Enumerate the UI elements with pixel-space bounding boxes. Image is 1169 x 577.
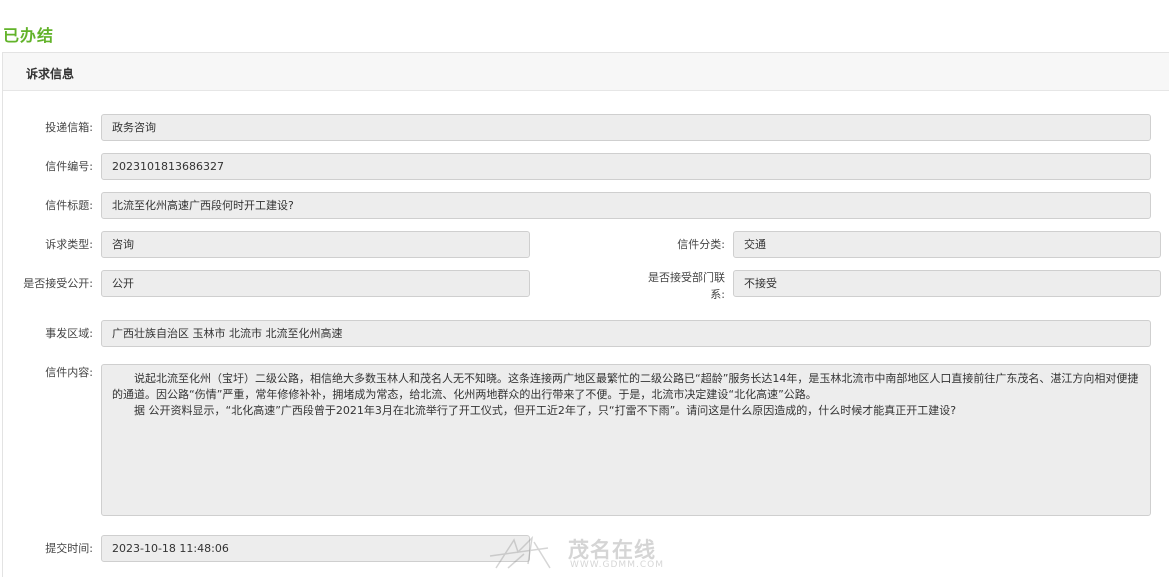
submit-time-label: 提交时间: (45, 542, 93, 555)
dept-contact-label-line1: 是否接受部门联 (648, 271, 725, 284)
dept-contact-field: 不接受 (733, 270, 1161, 297)
panel-header (3, 53, 1169, 91)
channel-label: 投递信箱: (45, 121, 93, 134)
page: 已办结 诉求信息 投递信箱: 政务咨询 信件编号: 20231018136863… (0, 0, 1169, 577)
appeal-type-label: 诉求类型: (45, 238, 93, 251)
content-textarea: 说起北流至化州（宝圩）二级公路，相信绝大多数玉林人和茂名人无不知晓。这条连接两广… (101, 364, 1151, 516)
site-watermark: 茂名在线 WWW.GDMM.COM (488, 534, 688, 574)
dept-contact-label-line2: 系: (710, 288, 725, 301)
watermark-logo-icon (489, 535, 551, 569)
appeal-type-field: 咨询 (101, 231, 530, 258)
content-label: 信件内容: (45, 366, 93, 379)
panel-title: 诉求信息 (26, 67, 75, 81)
region-field: 广西壮族自治区 玉林市 北流市 北流至化州高速 (101, 320, 1151, 347)
public-field: 公开 (101, 270, 530, 297)
letter-category-label: 信件分类: (677, 238, 725, 251)
content-paragraph-1: 说起北流至化州（宝圩）二级公路，相信绝大多数玉林人和茂名人无不知晓。这条连接两广… (112, 372, 1139, 401)
public-label: 是否接受公开: (23, 277, 93, 290)
letter-no-field: 2023101813686327 (101, 153, 1151, 180)
channel-field: 政务咨询 (101, 114, 1151, 141)
region-label: 事发区域: (45, 327, 93, 340)
letter-title-field: 北流至化州高速广西段何时开工建设? (101, 192, 1151, 219)
letter-title-label: 信件标题: (45, 199, 93, 212)
content-paragraph-2: 据 公开资料显示，“北化高速”广西段曾于2021年3月在北流举行了开工仪式，但开… (134, 404, 957, 417)
watermark-url: WWW.GDMM.COM (570, 560, 664, 570)
letter-category-field: 交通 (733, 231, 1161, 258)
letter-no-label: 信件编号: (45, 160, 93, 173)
status-title: 已办结 (3, 26, 55, 45)
submit-time-field: 2023-10-18 11:48:06 (101, 535, 530, 562)
